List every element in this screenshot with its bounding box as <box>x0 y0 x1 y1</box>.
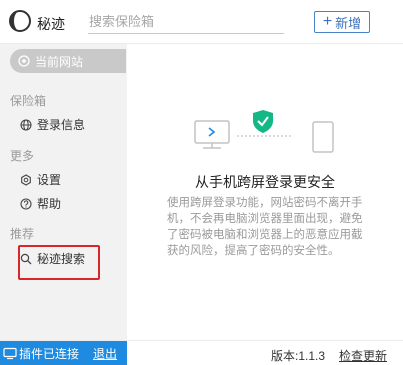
plus-icon: + <box>322 12 333 30</box>
current-site-button[interactable]: 当前网站 <box>10 49 126 73</box>
group-label-recommend: 推荐 <box>10 227 35 241</box>
check-update-link[interactable]: 检查更新 <box>339 347 387 364</box>
sidebar-item-login-info[interactable]: 登录信息 <box>20 116 85 133</box>
phone-icon <box>312 121 334 153</box>
footer: 插件已连接 退出 版本:1.1.3 检查更新 <box>0 340 403 365</box>
shield-check-icon <box>253 110 273 133</box>
header: 秘迹 + 新增 <box>0 0 403 44</box>
plugin-status-bar: 插件已连接 退出 <box>0 341 127 365</box>
add-new-label: 新增 <box>335 15 362 31</box>
sidebar-item-label: 帮助 <box>37 197 62 211</box>
main-panel: 从手机跨屏登录更安全 使用跨屏登录功能，网站密码不离开手机，不会再电脑浏览器里面… <box>127 44 403 340</box>
group-label-vault: 保险箱 <box>10 94 47 108</box>
add-new-button[interactable]: + 新增 <box>314 11 370 33</box>
version-label: 版本:1.1.3 <box>271 349 326 363</box>
promo-description: 使用跨屏登录功能，网站密码不离开手机，不会再电脑浏览器里面出现，避免了密码被电脑… <box>167 197 363 257</box>
sidebar: 当前网站 保险箱 登录信息 更多 设置 帮助 推荐 秘迹搜索 <box>0 44 127 340</box>
computer-icon <box>194 120 230 149</box>
sidebar-item-label: 设置 <box>37 173 62 187</box>
monitor-connected-icon <box>3 347 17 359</box>
app-logo-icon <box>9 10 31 32</box>
cross-screen-illustration <box>194 110 334 153</box>
logout-link[interactable]: 退出 <box>93 345 117 362</box>
search-input[interactable] <box>88 10 284 33</box>
connection-status: 插件已连接 <box>19 346 80 361</box>
promo-title: 从手机跨屏登录更安全 <box>195 174 335 190</box>
highlight-box <box>18 245 100 280</box>
globe-icon <box>20 118 32 131</box>
app-title: 秘迹 <box>37 16 65 32</box>
current-site-label: 当前网站 <box>35 54 84 69</box>
group-label-more: 更多 <box>10 149 35 163</box>
search-box[interactable] <box>88 10 284 34</box>
gear-icon <box>21 173 31 186</box>
help-icon <box>20 197 32 210</box>
location-pin-icon <box>18 54 30 67</box>
sidebar-item-label: 登录信息 <box>37 118 86 132</box>
sidebar-item-settings[interactable]: 设置 <box>20 171 61 188</box>
sidebar-item-help[interactable]: 帮助 <box>20 195 61 212</box>
